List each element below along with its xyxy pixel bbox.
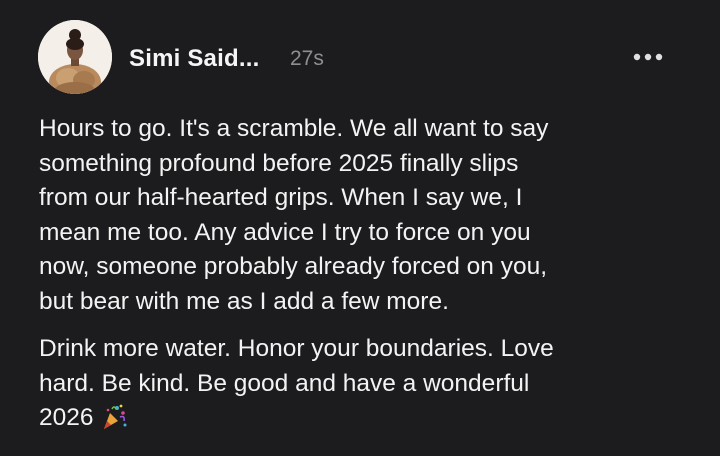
party-popper-icon: [100, 403, 128, 442]
thread-post: Simi Said... 27s Hours to go. It's a scr…: [0, 0, 720, 456]
post-body: Hours to go. It's a scramble. We all wan…: [39, 112, 689, 455]
post-paragraph: Hours to go. It's a scramble. We all wan…: [39, 115, 549, 315]
post-timestamp: 27s: [290, 47, 324, 70]
avatar-image: [38, 20, 112, 94]
post-header: Simi Said... 27s: [38, 20, 678, 96]
more-options-button[interactable]: [632, 50, 664, 64]
avatar[interactable]: [38, 20, 112, 94]
post-paragraph: Drink more water. Honor your boundaries.…: [39, 332, 689, 442]
more-horizontal-icon: [633, 53, 663, 61]
author-name[interactable]: Simi Said...: [129, 45, 259, 73]
